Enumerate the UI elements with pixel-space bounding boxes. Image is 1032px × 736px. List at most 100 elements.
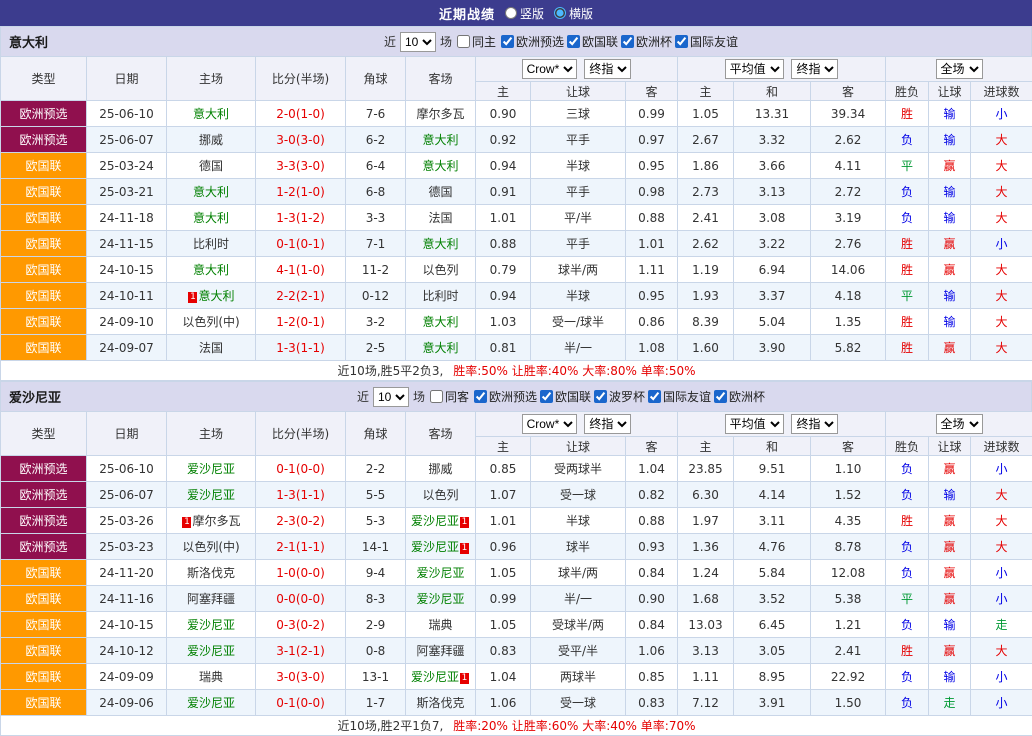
league-label: 欧国联 — [582, 33, 618, 50]
team-name: 意大利 — [9, 32, 48, 51]
subcol-avg-draw: 和 — [734, 437, 811, 456]
league-filter[interactable]: 欧国联 — [539, 388, 591, 405]
home-team: 爱沙尼亚 — [167, 456, 256, 482]
handicap-line: 半球 — [531, 283, 626, 309]
league-checkbox[interactable] — [621, 35, 634, 48]
match-date: 25-06-07 — [87, 127, 167, 153]
same-venue-filter[interactable]: 同客 — [429, 388, 469, 405]
team-name-text: 意大利 — [422, 237, 458, 251]
team-name-text: 阿塞拜疆 — [187, 592, 235, 606]
result-wdl: 负 — [886, 127, 929, 153]
result-wdl: 负 — [886, 690, 929, 716]
league-checkbox[interactable] — [501, 35, 514, 48]
layout-option-horizontal[interactable]: 横版 — [554, 5, 593, 22]
col-type: 类型 — [1, 57, 87, 101]
avg-draw-odds: 6.94 — [734, 257, 811, 283]
avg-home-odds: 1.86 — [678, 153, 734, 179]
team-name-text: 意大利 — [422, 159, 458, 173]
home-odds: 0.99 — [476, 586, 531, 612]
subcol-home-odds: 主 — [476, 82, 531, 101]
team-name-text: 爱沙尼亚 — [187, 644, 235, 658]
final-odds-select[interactable]: 终指 — [584, 59, 631, 79]
result-wdl: 平 — [886, 153, 929, 179]
avg-home-odds: 1.60 — [678, 335, 734, 361]
league-type-cell: 欧国联 — [1, 612, 87, 638]
result-wdl: 胜 — [886, 508, 929, 534]
league-checkbox[interactable] — [648, 390, 661, 403]
home-odds: 0.79 — [476, 257, 531, 283]
result-goals: 小 — [971, 101, 1032, 127]
league-filter[interactable]: 波罗杯 — [593, 388, 645, 405]
record-summary: 近10场,胜5平2负3, — [338, 364, 444, 378]
league-checkbox[interactable] — [714, 390, 727, 403]
result-handicap: 赢 — [929, 560, 971, 586]
average-select[interactable]: 平均值 — [725, 414, 784, 434]
same-venue-checkbox[interactable] — [457, 35, 470, 48]
subcol-avg-home: 主 — [678, 437, 734, 456]
league-checkbox[interactable] — [474, 390, 487, 403]
result-handicap: 输 — [929, 612, 971, 638]
league-filter[interactable]: 欧洲预选 — [473, 388, 537, 405]
team-name-text: 比利时 — [422, 289, 458, 303]
final-odds-select-2[interactable]: 终指 — [791, 59, 838, 79]
league-checkbox[interactable] — [540, 390, 553, 403]
team-name-text: 挪威 — [428, 462, 452, 476]
league-checkbox[interactable] — [675, 35, 688, 48]
horizontal-radio[interactable] — [554, 7, 566, 19]
fulltime-select[interactable]: 全场 — [936, 414, 983, 434]
result-handicap: 赢 — [929, 508, 971, 534]
result-wdl: 胜 — [886, 335, 929, 361]
average-select[interactable]: 平均值 — [725, 59, 784, 79]
match-row: 欧国联24-09-07法国1-3(1-1)2-5意大利0.81半/一1.081.… — [1, 335, 1032, 361]
match-score: 2-0(1-0) — [256, 101, 346, 127]
result-handicap: 赢 — [929, 231, 971, 257]
avg-away-odds: 1.21 — [811, 612, 886, 638]
away-odds: 0.95 — [626, 283, 678, 309]
match-score: 2-3(0-2) — [256, 508, 346, 534]
final-odds-select[interactable]: 终指 — [584, 414, 631, 434]
league-filter[interactable]: 国际友谊 — [647, 388, 711, 405]
league-checkbox[interactable] — [594, 390, 607, 403]
team-name-text: 爱沙尼亚 — [416, 566, 464, 580]
handicap-line: 半球 — [531, 153, 626, 179]
away-odds: 0.82 — [626, 482, 678, 508]
col-away: 客场 — [406, 412, 476, 456]
match-count-select[interactable]: 10 — [373, 387, 409, 407]
away-team: 爱沙尼亚1 — [406, 664, 476, 690]
handicap-line: 平手 — [531, 231, 626, 257]
bookmaker-select[interactable]: Crow* — [522, 414, 577, 434]
avg-away-odds: 1.50 — [811, 690, 886, 716]
match-count-select[interactable]: 10 — [400, 32, 436, 52]
league-filter[interactable]: 欧洲杯 — [713, 388, 765, 405]
corner-count: 11-2 — [346, 257, 406, 283]
league-checkbox[interactable] — [567, 35, 580, 48]
corner-count: 6-4 — [346, 153, 406, 179]
subcol-wdl: 胜负 — [886, 82, 929, 101]
league-filter[interactable]: 欧洲杯 — [620, 33, 672, 50]
result-goals: 小 — [971, 456, 1032, 482]
match-date: 25-06-10 — [87, 101, 167, 127]
vertical-radio[interactable] — [505, 7, 517, 19]
fulltime-select[interactable]: 全场 — [936, 59, 983, 79]
result-goals: 大 — [971, 179, 1032, 205]
subcol-avg-away: 客 — [811, 82, 886, 101]
match-row: 欧洲预选25-06-07挪威3-0(3-0)6-2意大利0.92平手0.972.… — [1, 127, 1032, 153]
league-filter[interactable]: 欧洲预选 — [500, 33, 564, 50]
avg-draw-odds: 9.51 — [734, 456, 811, 482]
league-filter[interactable]: 国际友谊 — [674, 33, 738, 50]
layout-option-vertical[interactable]: 竖版 — [505, 5, 544, 22]
home-odds: 1.05 — [476, 560, 531, 586]
league-filter[interactable]: 欧国联 — [566, 33, 618, 50]
home-team: 1摩尔多瓦 — [167, 508, 256, 534]
home-odds: 0.90 — [476, 101, 531, 127]
filter-bar: 近 10 场 同客 欧洲预选欧国联波罗杯国际友谊欧洲杯 — [357, 387, 765, 407]
bookmaker-select[interactable]: Crow* — [522, 59, 577, 79]
same-venue-checkbox[interactable] — [430, 390, 443, 403]
result-handicap: 赢 — [929, 586, 971, 612]
same-venue-filter[interactable]: 同主 — [456, 33, 496, 50]
final-odds-select-2[interactable]: 终指 — [791, 414, 838, 434]
league-type-cell: 欧国联 — [1, 560, 87, 586]
result-goals: 小 — [971, 586, 1032, 612]
handicap-line: 半/一 — [531, 335, 626, 361]
avg-away-odds: 5.38 — [811, 586, 886, 612]
